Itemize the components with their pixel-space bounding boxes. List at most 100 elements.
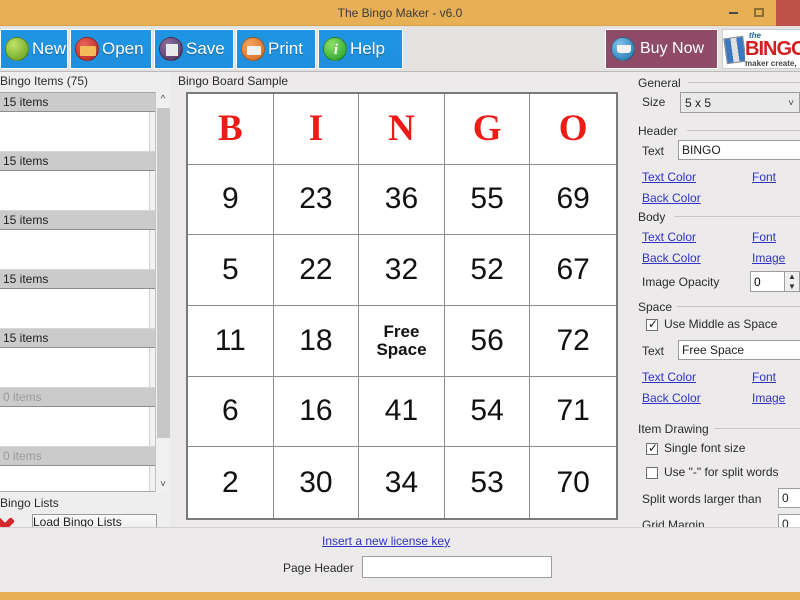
grid-margin-input[interactable]: 0 bbox=[778, 514, 800, 527]
board-cell: 11 bbox=[188, 305, 274, 377]
save-button[interactable]: Save bbox=[154, 29, 234, 69]
general-section-title: General bbox=[638, 76, 681, 90]
stepper-down-icon[interactable]: ▼ bbox=[785, 282, 799, 291]
header-font-link[interactable]: Font bbox=[752, 170, 776, 184]
board-free-space-cell: Free Space bbox=[359, 305, 445, 377]
space-back-color-link[interactable]: Back Color bbox=[642, 391, 701, 405]
body-text-color-link[interactable]: Text Color bbox=[642, 230, 696, 244]
body-font-link[interactable]: Font bbox=[752, 230, 776, 244]
board-cell: 71 bbox=[530, 377, 616, 448]
scroll-down-icon[interactable]: ˅ bbox=[156, 477, 170, 492]
use-middle-as-space-label: Use Middle as Space bbox=[664, 317, 778, 331]
scroll-up-icon[interactable]: ^ bbox=[156, 92, 170, 107]
item-drawing-rule bbox=[714, 428, 800, 429]
maximize-button[interactable] bbox=[750, 4, 768, 22]
bingo-items-list[interactable]: 15 items^˅15 items^˅15 items^˅15 items^˅… bbox=[0, 92, 164, 492]
body-image-link[interactable]: Image bbox=[752, 251, 785, 265]
split-words-dash-checkbox[interactable] bbox=[646, 467, 658, 479]
item-group-header[interactable]: 0 items bbox=[0, 447, 163, 466]
item-group-header[interactable]: 15 items bbox=[0, 93, 163, 112]
chevron-down-icon: ˅ bbox=[788, 98, 794, 109]
item-group-header[interactable]: 15 items bbox=[0, 211, 163, 230]
open-button[interactable]: Open bbox=[70, 29, 152, 69]
board-cell: 30 bbox=[274, 447, 360, 518]
board-header-cell: B bbox=[188, 94, 274, 165]
print-button[interactable]: Print bbox=[236, 29, 316, 69]
board-cell: 22 bbox=[273, 235, 360, 306]
board-cell: 70 bbox=[556, 465, 590, 499]
image-opacity-stepper[interactable]: ▲ ▼ bbox=[784, 271, 800, 292]
bingo-lists-label: Bingo Lists bbox=[0, 496, 59, 510]
board-cell: 34 bbox=[359, 447, 445, 518]
space-text-input[interactable]: Free Space bbox=[678, 340, 800, 360]
footer-strip bbox=[0, 592, 800, 600]
board-cell: 55 bbox=[444, 164, 531, 236]
board-cell: 16 bbox=[273, 376, 360, 448]
items-list-scrollbar[interactable]: ^ ˅ bbox=[155, 92, 170, 492]
window-title: The Bingo Maker - v6.0 bbox=[337, 6, 463, 20]
space-image-link[interactable]: Image bbox=[752, 391, 785, 405]
item-group-header[interactable]: 15 items bbox=[0, 152, 163, 171]
page-header-input[interactable] bbox=[362, 556, 552, 578]
board-sample-title: Bingo Board Sample bbox=[178, 74, 289, 88]
item-group-listbox[interactable]: ^˅ bbox=[0, 348, 163, 388]
close-button[interactable] bbox=[776, 0, 800, 26]
board-header-cell: O bbox=[530, 94, 616, 165]
board-cell: 67 bbox=[530, 235, 616, 306]
size-label: Size bbox=[642, 95, 666, 109]
space-font-link[interactable]: Font bbox=[752, 370, 776, 384]
body-section-title: Body bbox=[638, 210, 666, 224]
scrollbar-thumb[interactable] bbox=[157, 108, 170, 438]
header-back-color-link[interactable]: Back Color bbox=[642, 191, 701, 205]
bingo-items-title: Bingo Items (75) bbox=[0, 74, 89, 88]
bingo-items-panel: Bingo Items (75) 15 items^˅15 items^˅15 … bbox=[0, 72, 234, 586]
shopping-cart-icon bbox=[611, 37, 635, 61]
app-window: The Bingo Maker - v6.0 New Open Save Pri… bbox=[0, 0, 800, 600]
board-cell: 53 bbox=[445, 447, 531, 518]
item-group-listbox[interactable]: ^˅ bbox=[0, 289, 163, 329]
item-group-header[interactable]: 15 items bbox=[0, 329, 163, 348]
body-back-color-link[interactable]: Back Color bbox=[642, 251, 701, 265]
header-text-color-link[interactable]: Text Color bbox=[642, 170, 696, 184]
buy-now-button[interactable]: Buy Now bbox=[605, 29, 718, 69]
general-rule bbox=[688, 82, 800, 83]
board-header-cell: I bbox=[273, 94, 360, 165]
grid-margin-label: Grid Margin bbox=[642, 518, 705, 527]
board-preview-panel: Bingo Board Sample B I N G O 9 23 36 55 69 5 22 32 52… bbox=[170, 72, 630, 527]
item-group-listbox[interactable]: ^˅ bbox=[0, 466, 163, 491]
space-text-label: Text bbox=[642, 344, 665, 358]
title-bar: The Bingo Maker - v6.0 bbox=[0, 0, 800, 26]
open-button-label: Open bbox=[102, 39, 144, 58]
stepper-up-icon[interactable]: ▲ bbox=[785, 272, 799, 281]
header-section-title: Header bbox=[638, 124, 678, 138]
board-cell: 32 bbox=[359, 235, 445, 306]
save-button-label: Save bbox=[186, 39, 225, 58]
use-middle-as-space-checkbox[interactable] bbox=[646, 317, 659, 331]
item-group: 0 items^˅ bbox=[0, 447, 163, 491]
item-group-listbox[interactable]: ^˅ bbox=[0, 407, 163, 447]
item-group-header[interactable]: 0 items bbox=[0, 388, 163, 407]
header-text-input[interactable]: BINGO bbox=[678, 140, 800, 160]
item-group: 0 items^˅ bbox=[0, 388, 163, 447]
item-group-listbox[interactable]: ^˅ bbox=[0, 171, 163, 211]
item-group-header[interactable]: 15 items bbox=[0, 270, 163, 289]
new-button-label: New bbox=[32, 39, 67, 58]
header-text-label: Text bbox=[642, 144, 665, 158]
bingo-board[interactable]: B I N G O 9 23 36 55 69 5 22 32 52 67 11 18 Free Space 56 72… bbox=[186, 92, 618, 520]
help-button[interactable]: Help bbox=[318, 29, 403, 69]
image-opacity-input[interactable]: 0 bbox=[750, 271, 786, 292]
single-font-size-checkbox[interactable] bbox=[646, 441, 659, 455]
size-select[interactable]: 5 x 5 ˅ bbox=[680, 92, 800, 113]
split-words-larger-input[interactable]: 0 bbox=[778, 488, 800, 508]
minimize-button[interactable] bbox=[724, 4, 742, 22]
buy-now-label: Buy Now bbox=[640, 40, 705, 57]
header-rule bbox=[687, 130, 800, 131]
new-button[interactable]: New bbox=[0, 29, 68, 69]
item-group-listbox[interactable]: ^˅ bbox=[0, 230, 163, 270]
item-group-listbox[interactable]: ^˅ bbox=[0, 112, 163, 152]
bingo-maker-logo: the BINGO maker create, play bbox=[722, 29, 800, 69]
insert-license-key-link[interactable]: Insert a new license key bbox=[322, 534, 450, 548]
board-header-cell: G bbox=[444, 94, 531, 165]
space-text-color-link[interactable]: Text Color bbox=[642, 370, 696, 384]
split-words-dash-label: Use "-" for split words bbox=[664, 465, 779, 479]
